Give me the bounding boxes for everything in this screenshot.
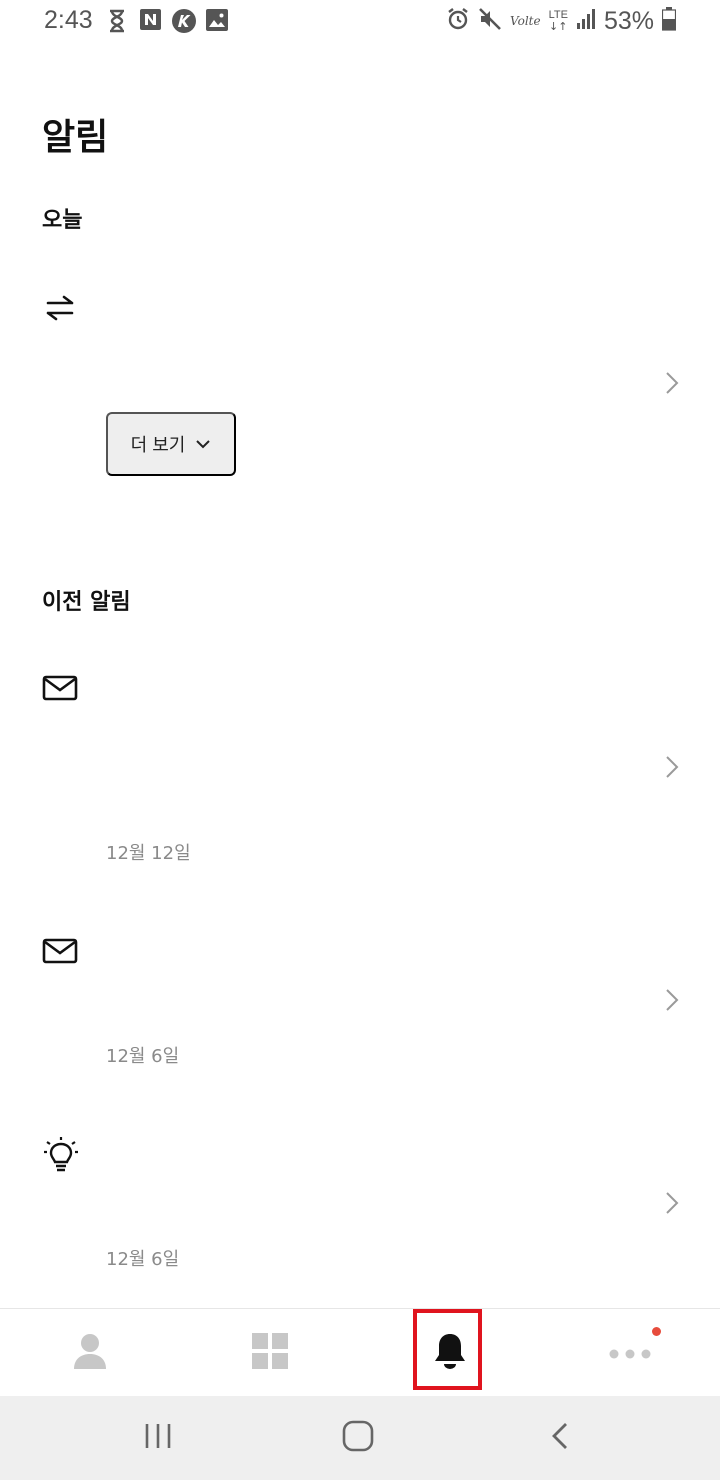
more-button[interactable]: 더 보기 bbox=[106, 412, 236, 476]
home-icon bbox=[342, 1420, 374, 1456]
notification-date: 12월 6일 bbox=[106, 1249, 180, 1270]
naver-icon bbox=[140, 9, 161, 34]
battery-percent: 53% bbox=[603, 6, 654, 35]
mute-icon bbox=[478, 7, 502, 35]
k-icon bbox=[172, 9, 196, 37]
nav-profile[interactable] bbox=[0, 1309, 180, 1397]
bottom-nav bbox=[0, 1308, 720, 1396]
page-title: 알림 bbox=[42, 117, 109, 158]
signal-icon bbox=[576, 8, 596, 34]
recent-apps-icon bbox=[144, 1422, 172, 1454]
image-icon bbox=[206, 9, 228, 35]
notification-badge bbox=[652, 1327, 661, 1336]
mail-icon bbox=[42, 937, 78, 969]
grid-icon bbox=[252, 1333, 288, 1373]
notification-date: 12월 6일 bbox=[106, 1046, 180, 1067]
system-nav-bar bbox=[0, 1396, 720, 1480]
status-time: 2:43 bbox=[44, 6, 93, 34]
alarm-icon bbox=[446, 7, 470, 35]
more-button-label: 더 보기 bbox=[130, 435, 186, 455]
lte-indicator: LTE ↓↑ bbox=[549, 10, 568, 33]
transfer-arrows-icon bbox=[42, 294, 78, 326]
section-title-previous: 이전 알림 bbox=[42, 590, 131, 615]
active-tab-highlight bbox=[413, 1309, 482, 1390]
nav-menu[interactable] bbox=[180, 1309, 360, 1397]
mail-icon bbox=[42, 674, 78, 706]
hourglass-icon bbox=[108, 9, 126, 37]
notification-date: 12월 12일 bbox=[106, 843, 191, 864]
chevron-right-icon bbox=[664, 987, 680, 1017]
nav-more[interactable] bbox=[540, 1309, 720, 1397]
chevron-down-icon bbox=[195, 434, 211, 455]
section-title-today: 오늘 bbox=[42, 208, 83, 233]
status-bar: 2:43 Volte LTE ↓↑ 53% bbox=[0, 0, 720, 44]
chevron-right-icon bbox=[664, 754, 680, 784]
home-button[interactable] bbox=[298, 1396, 418, 1480]
person-icon bbox=[72, 1332, 108, 1374]
battery-icon bbox=[661, 7, 677, 35]
volte-label: Volte bbox=[510, 14, 541, 28]
chevron-right-icon bbox=[664, 1190, 680, 1220]
back-button[interactable] bbox=[500, 1396, 620, 1480]
chevron-right-icon bbox=[664, 370, 680, 400]
status-right-group: Volte LTE ↓↑ 53% bbox=[446, 6, 677, 36]
back-icon bbox=[550, 1421, 570, 1455]
data-arrows-icon: ↓↑ bbox=[549, 20, 568, 33]
more-dots-icon bbox=[609, 1344, 651, 1363]
lightbulb-icon bbox=[42, 1136, 80, 1178]
recent-apps-button[interactable] bbox=[98, 1396, 218, 1480]
